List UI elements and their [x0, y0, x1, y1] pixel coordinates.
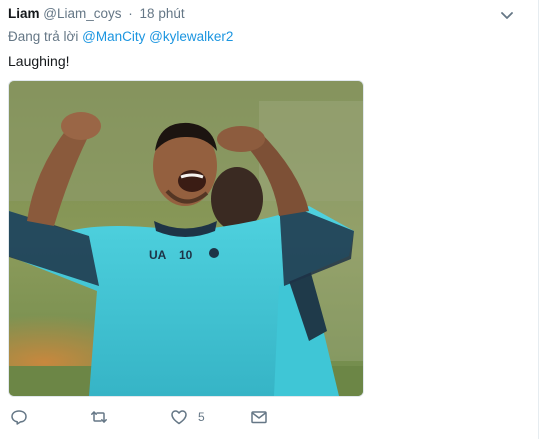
- column-divider: [538, 0, 539, 439]
- photo-of-laughing-footballer: UA 10: [9, 81, 363, 396]
- mention-mancity[interactable]: @ManCity: [82, 29, 145, 44]
- reply-icon: [11, 410, 27, 425]
- tweet-header: Liam @Liam_coys · 18 phút: [8, 5, 185, 23]
- retweet-button[interactable]: [90, 406, 108, 428]
- chevron-down-icon[interactable]: [498, 6, 516, 24]
- like-button[interactable]: 5: [170, 406, 205, 428]
- tweet-media-photo[interactable]: UA 10: [8, 80, 364, 397]
- mail-icon: [251, 411, 267, 424]
- reply-context: Đang trả lời @ManCity @kylewalker2: [8, 28, 233, 46]
- retweet-icon: [91, 411, 107, 423]
- svg-text:10: 10: [179, 248, 193, 262]
- heart-icon: [171, 410, 187, 425]
- author-name[interactable]: Liam: [8, 6, 40, 21]
- mention-kylewalker2[interactable]: @kylewalker2: [149, 29, 233, 44]
- svg-text:UA: UA: [149, 248, 167, 262]
- direct-message-button[interactable]: [250, 406, 268, 428]
- author-handle[interactable]: @Liam_coys: [43, 6, 121, 21]
- reply-button[interactable]: [10, 406, 28, 428]
- tweet-text: Laughing!: [8, 53, 70, 69]
- reply-prefix: Đang trả lời: [8, 29, 79, 44]
- tweet[interactable]: Liam @Liam_coys · 18 phút Đang trả lời @…: [0, 0, 548, 439]
- timestamp-link[interactable]: 18 phút: [140, 6, 185, 21]
- separator-dot: ·: [128, 6, 133, 21]
- tweet-actions: 5: [0, 406, 300, 430]
- like-count: 5: [198, 410, 205, 424]
